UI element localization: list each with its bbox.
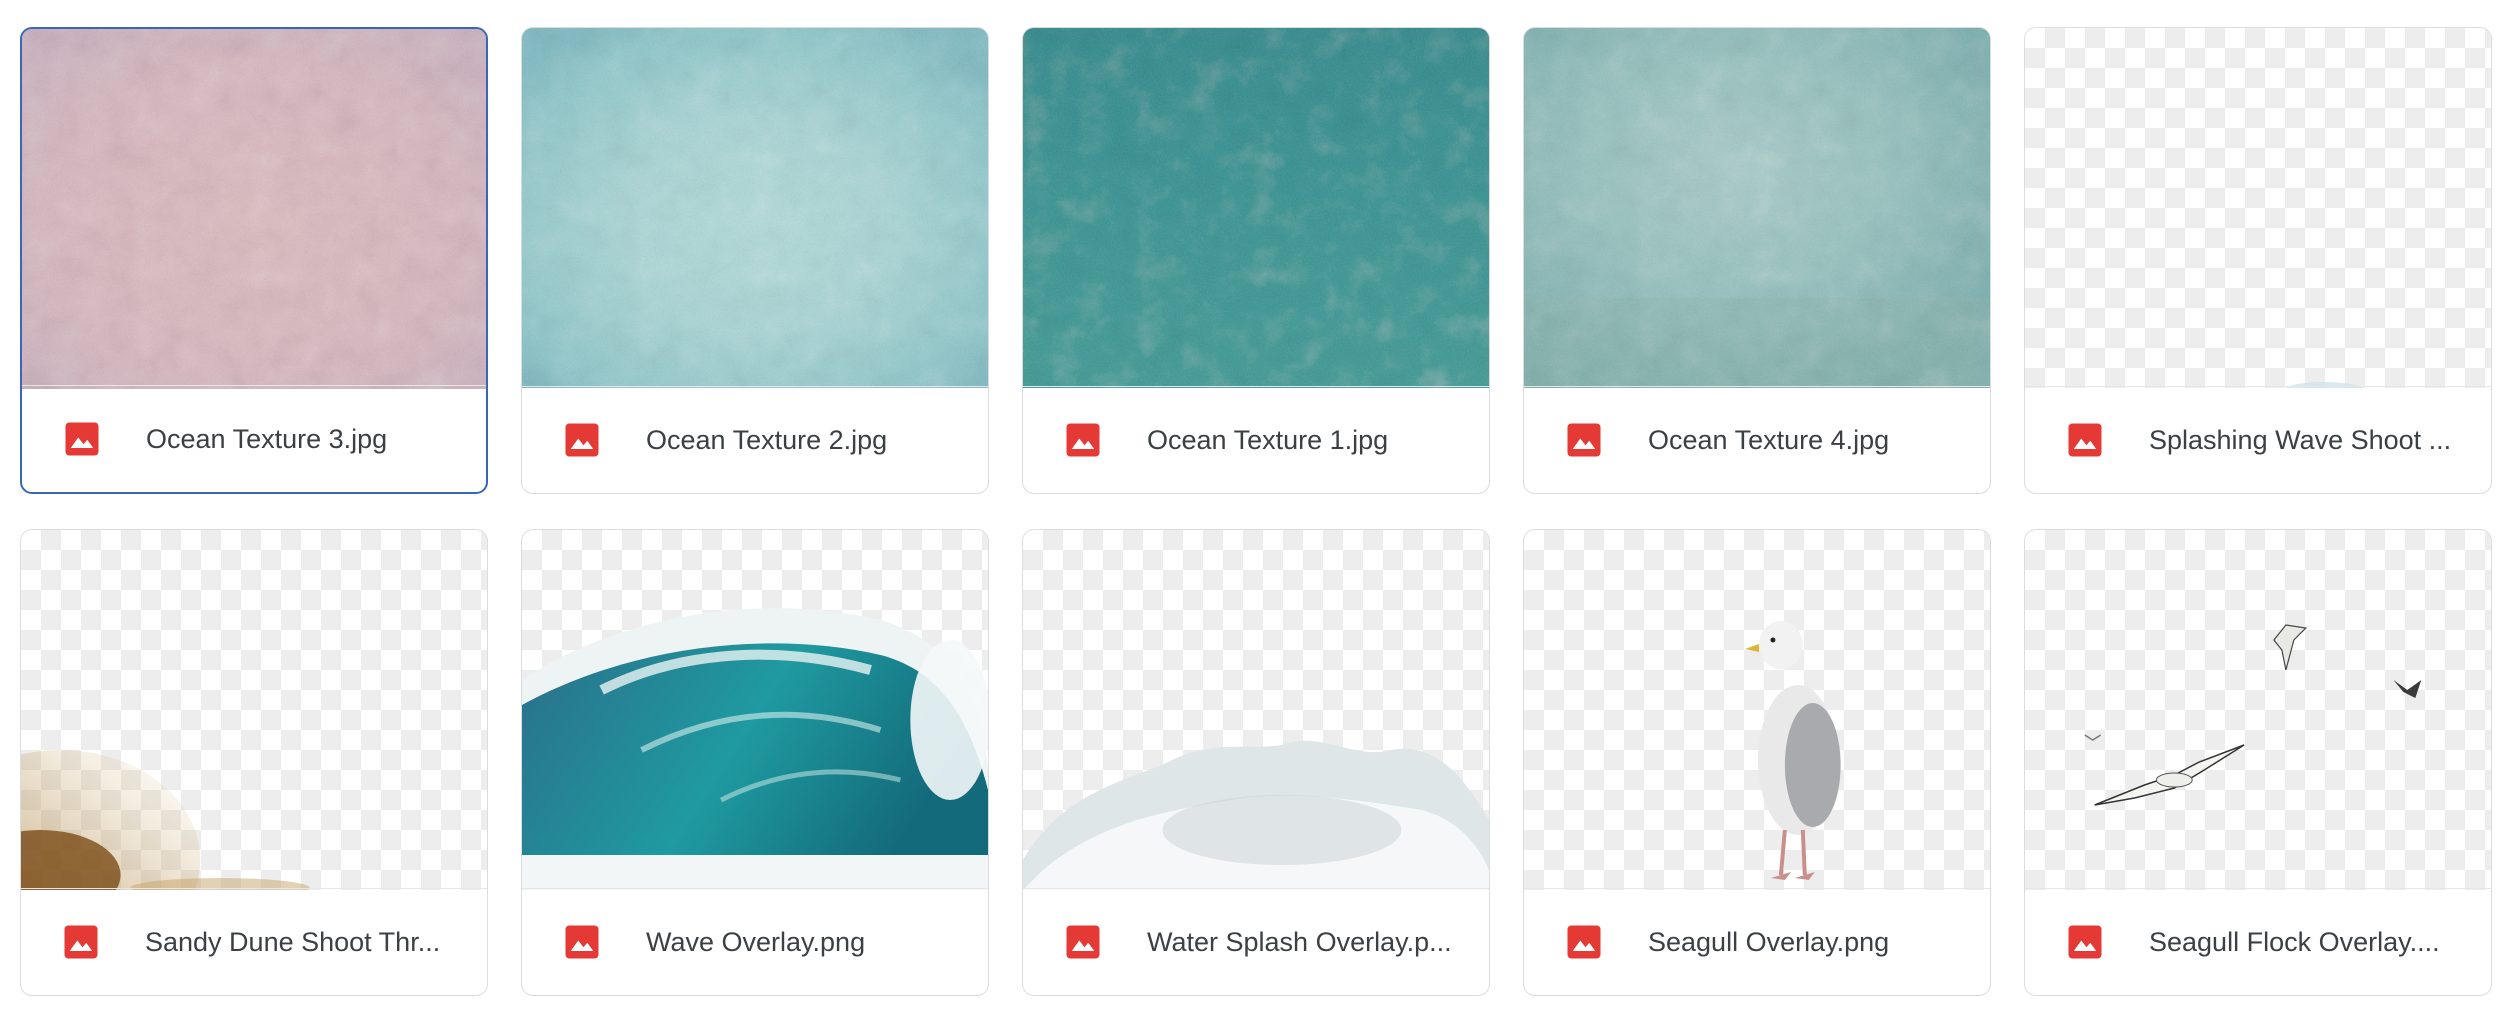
file-card-footer: Ocean Texture 3.jpg bbox=[22, 385, 486, 492]
image-file-icon bbox=[2067, 422, 2103, 458]
file-card-seagull-overlay[interactable]: Seagull Overlay.png bbox=[1523, 529, 1991, 996]
file-thumbnail bbox=[1023, 28, 1489, 388]
file-thumbnail bbox=[21, 530, 487, 890]
file-name: Seagull Overlay.png bbox=[1648, 926, 1890, 957]
file-thumbnail bbox=[2025, 530, 2491, 890]
image-file-icon bbox=[64, 421, 100, 457]
file-name: Seagull Flock Overlay.... bbox=[2149, 926, 2440, 957]
file-card-footer: Sandy Dune Shoot Thr... bbox=[21, 888, 487, 995]
file-card-footer: Ocean Texture 1.jpg bbox=[1023, 386, 1489, 493]
image-file-icon bbox=[1566, 422, 1602, 458]
file-card-ocean-texture-4[interactable]: Ocean Texture 4.jpg bbox=[1523, 27, 1991, 494]
file-name: Sandy Dune Shoot Thr... bbox=[145, 926, 441, 957]
file-card-footer: Seagull Flock Overlay.... bbox=[2025, 888, 2491, 995]
file-card-water-splash-overlay[interactable]: Water Splash Overlay.p... bbox=[1022, 529, 1490, 996]
image-file-icon bbox=[1065, 924, 1101, 960]
image-file-icon bbox=[1065, 422, 1101, 458]
file-name: Water Splash Overlay.p... bbox=[1147, 926, 1452, 957]
file-card-wave-overlay[interactable]: Wave Overlay.png bbox=[521, 529, 989, 996]
file-name: Ocean Texture 2.jpg bbox=[646, 424, 888, 455]
file-card-footer: Water Splash Overlay.p... bbox=[1023, 888, 1489, 995]
image-file-icon bbox=[564, 924, 600, 960]
file-card-seagull-flock-overlay[interactable]: Seagull Flock Overlay.... bbox=[2024, 529, 2492, 996]
image-file-icon bbox=[564, 422, 600, 458]
file-card-ocean-texture-2[interactable]: Ocean Texture 2.jpg bbox=[521, 27, 989, 494]
file-thumbnail bbox=[522, 28, 988, 388]
file-thumbnail bbox=[1524, 530, 1990, 890]
file-name: Splashing Wave Shoot ... bbox=[2149, 424, 2452, 455]
image-file-icon bbox=[1566, 924, 1602, 960]
file-card-splashing-wave-shoot[interactable]: Splashing Wave Shoot ... bbox=[2024, 27, 2492, 494]
file-name: Ocean Texture 4.jpg bbox=[1648, 424, 1890, 455]
file-card-footer: Splashing Wave Shoot ... bbox=[2025, 386, 2491, 493]
file-card-footer: Wave Overlay.png bbox=[522, 888, 988, 995]
file-card-sandy-dune-shoot[interactable]: Sandy Dune Shoot Thr... bbox=[20, 529, 488, 996]
file-card-ocean-texture-1[interactable]: Ocean Texture 1.jpg bbox=[1022, 27, 1490, 494]
file-name: Ocean Texture 1.jpg bbox=[1147, 424, 1389, 455]
file-name: Ocean Texture 3.jpg bbox=[146, 423, 388, 454]
file-thumbnail bbox=[1023, 530, 1489, 890]
file-name: Wave Overlay.png bbox=[646, 926, 866, 957]
image-file-icon bbox=[63, 924, 99, 960]
file-card-footer: Ocean Texture 2.jpg bbox=[522, 386, 988, 493]
file-card-footer: Seagull Overlay.png bbox=[1524, 888, 1990, 995]
file-thumbnail bbox=[522, 530, 988, 890]
file-thumbnail bbox=[22, 29, 486, 389]
file-card-ocean-texture-3[interactable]: Ocean Texture 3.jpg bbox=[20, 27, 488, 494]
file-grid: Ocean Texture 3.jpg Ocean Texture 2.jpg bbox=[20, 27, 2492, 996]
file-thumbnail bbox=[1524, 28, 1990, 388]
file-card-footer: Ocean Texture 4.jpg bbox=[1524, 386, 1990, 493]
image-file-icon bbox=[2067, 924, 2103, 960]
file-thumbnail bbox=[2025, 28, 2491, 388]
